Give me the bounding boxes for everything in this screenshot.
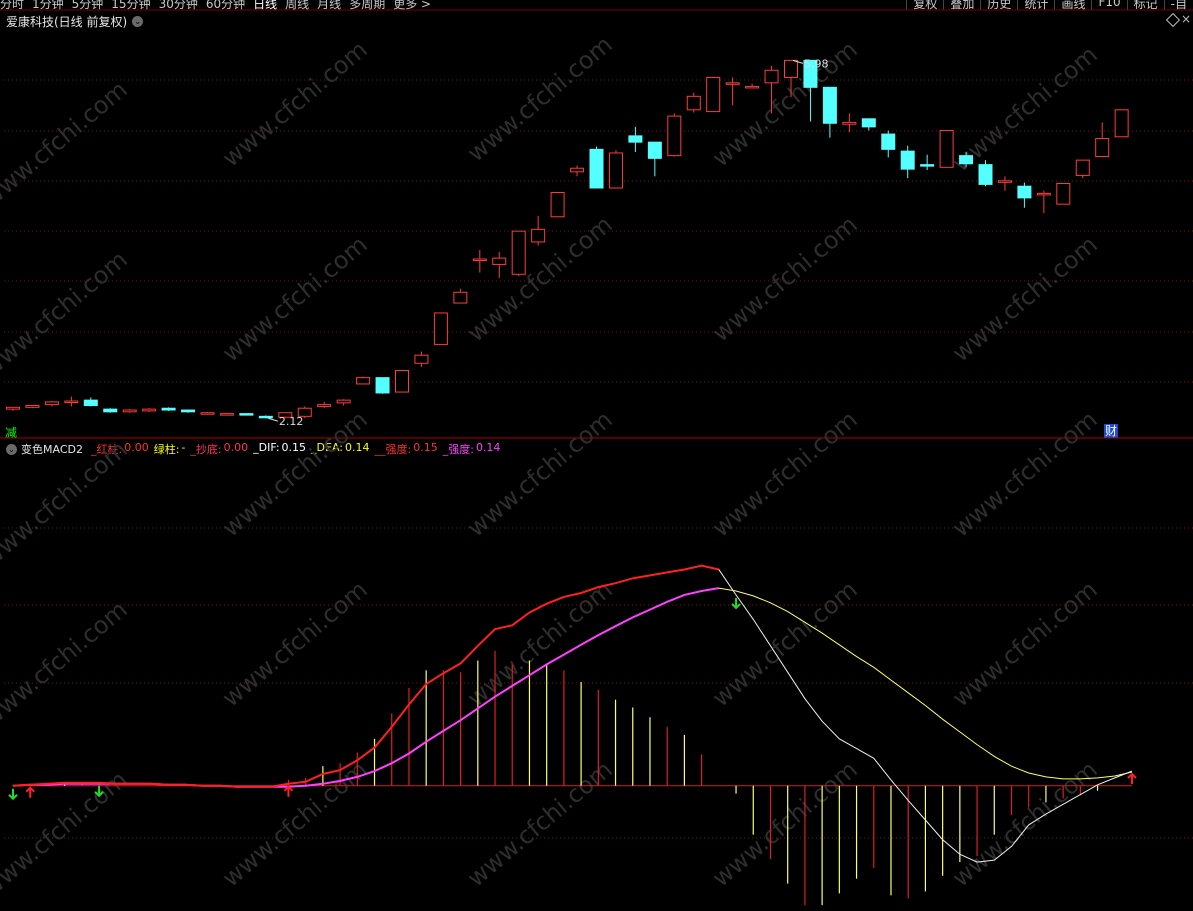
watermark-text: www.cfchi.com xyxy=(217,755,373,892)
candle-down xyxy=(628,135,643,143)
candle-up xyxy=(414,354,429,364)
candle-down xyxy=(161,407,176,411)
watermark-text: www.cfchi.com xyxy=(217,575,373,712)
watermark-text: www.cfchi.com xyxy=(947,405,1103,542)
candle-up xyxy=(1056,183,1071,205)
candle-up xyxy=(336,399,351,404)
candle-down xyxy=(881,133,896,150)
candle-up xyxy=(1036,192,1051,196)
candle-up xyxy=(667,115,682,157)
watermark-text: www.cfchi.com xyxy=(462,575,618,712)
candle-down xyxy=(375,377,390,394)
watermark-text: www.cfchi.com xyxy=(707,405,863,542)
candle-down xyxy=(861,118,876,128)
candle-up xyxy=(219,413,234,416)
candle-down xyxy=(103,408,118,413)
watermark-text: www.cfchi.com xyxy=(462,405,618,542)
stock-chart[interactable]: www.cfchi.com www.cfchi.com www.cfchi.com w… xyxy=(0,0,1193,911)
candle-up xyxy=(44,401,59,406)
candle-down xyxy=(589,148,604,189)
candle-up xyxy=(492,257,507,265)
candle-down xyxy=(920,164,935,167)
candle-down xyxy=(900,150,915,170)
candle-up xyxy=(784,59,798,78)
candle-up xyxy=(142,408,157,412)
candle-up xyxy=(745,85,760,89)
candle-up xyxy=(706,76,721,113)
candle-up xyxy=(1075,159,1090,176)
low-price-label: 2.12 xyxy=(279,415,304,428)
watermark-text: www.cfchi.com xyxy=(707,575,863,712)
candle-up xyxy=(764,69,779,84)
watermark-text: www.cfchi.com xyxy=(707,35,863,172)
candle-up xyxy=(939,129,954,168)
buy-arrow-icon xyxy=(283,785,294,797)
watermark-text: www.cfchi.com xyxy=(217,230,373,367)
high-price-label: 5.98 xyxy=(804,57,829,70)
candle-up xyxy=(64,400,79,404)
candle-down xyxy=(181,409,196,413)
buy-arrow-icon xyxy=(1127,772,1137,785)
candle-down xyxy=(239,413,254,416)
watermark-text: www.cfchi.com xyxy=(0,245,133,382)
candle-up xyxy=(531,228,546,243)
candle-up xyxy=(570,167,585,173)
candle-up xyxy=(550,191,565,218)
low-marker-line xyxy=(267,417,278,422)
watermark-text: www.cfchi.com xyxy=(0,435,133,572)
watermark-text: www.cfchi.com xyxy=(947,230,1103,367)
candle-down xyxy=(258,415,273,419)
candle-up xyxy=(317,404,332,407)
candle-down xyxy=(822,86,837,124)
candle-up xyxy=(122,409,137,413)
buy-arrow-icon xyxy=(25,786,35,798)
sell-arrow-icon xyxy=(8,788,18,801)
candle-down xyxy=(83,399,98,407)
candle-up xyxy=(608,152,623,189)
candle-down xyxy=(959,155,974,165)
candle-up xyxy=(1114,109,1129,138)
candle-up xyxy=(725,82,740,85)
candle-up xyxy=(433,312,448,345)
candle-up xyxy=(686,95,701,111)
candle-up xyxy=(997,180,1012,183)
candle-up xyxy=(6,406,20,410)
candle-down xyxy=(647,141,662,159)
watermark-text: www.cfchi.com xyxy=(462,30,618,167)
candle-up xyxy=(842,121,857,125)
candle-down xyxy=(978,164,993,185)
candle-up xyxy=(200,412,215,415)
watermark-text: www.cfchi.com xyxy=(0,75,133,212)
candle-down xyxy=(1017,185,1032,199)
watermark-text: www.cfchi.com xyxy=(947,755,1103,892)
candle-up xyxy=(472,258,487,262)
watermark-text: www.cfchi.com xyxy=(947,575,1103,712)
candle-up xyxy=(1095,138,1110,158)
watermark-text: www.cfchi.com xyxy=(462,755,618,892)
candle-up xyxy=(395,369,409,393)
watermark-text: www.cfchi.com xyxy=(217,35,373,172)
candle-up xyxy=(356,377,371,385)
candle-up xyxy=(453,291,468,304)
watermark-text: www.cfchi.com xyxy=(0,595,133,732)
candle-up xyxy=(25,405,40,408)
candle-up xyxy=(511,230,526,275)
